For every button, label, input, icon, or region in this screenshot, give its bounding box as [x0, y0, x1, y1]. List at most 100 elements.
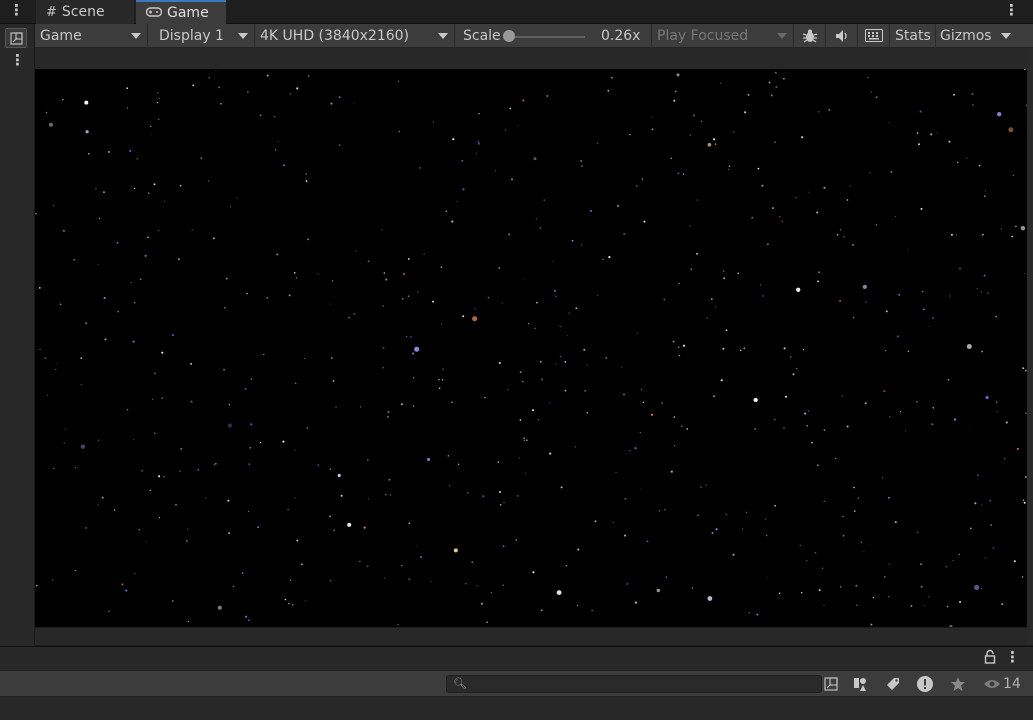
tab-scene[interactable]: # Scene [36, 0, 134, 24]
star [187, 620, 189, 623]
star [715, 528, 718, 531]
star [359, 406, 361, 408]
star [575, 307, 578, 310]
star [990, 524, 992, 526]
mute-audio-button[interactable] [826, 23, 858, 48]
star [915, 400, 918, 403]
star [894, 216, 896, 218]
game-view[interactable] [35, 69, 1027, 627]
bug-toggle-button[interactable] [794, 23, 826, 48]
star [596, 142, 599, 144]
visibility-toggle-button[interactable] [980, 673, 1004, 695]
star [244, 388, 247, 390]
shortcuts-button[interactable] [858, 23, 890, 48]
star [224, 307, 226, 309]
star [382, 366, 385, 369]
star [103, 296, 106, 300]
scale-slider-thumb[interactable] [503, 29, 515, 42]
star [987, 292, 989, 294]
star [88, 153, 90, 155]
star [147, 236, 149, 239]
search-options-button[interactable] [819, 673, 843, 695]
search-input[interactable]: 🔍︎ [446, 675, 822, 693]
star [686, 428, 688, 430]
star [432, 300, 434, 303]
play-mode-dropdown[interactable]: Play Focused [652, 23, 794, 48]
star [56, 362, 58, 364]
star [400, 403, 403, 406]
window-menu-kebab-icon[interactable]: ⋮ [1004, 2, 1019, 20]
star [806, 424, 809, 427]
display-mode-dropdown[interactable]: Game [35, 23, 148, 48]
star [306, 181, 308, 183]
gizmos-button[interactable]: Gizmos [936, 24, 995, 48]
star [407, 295, 410, 298]
star [220, 103, 222, 105]
star [174, 503, 178, 506]
star [551, 260, 554, 262]
star [461, 159, 464, 162]
star [737, 272, 739, 275]
star [700, 120, 702, 122]
stats-button[interactable]: Stats [890, 23, 936, 48]
star [976, 474, 979, 477]
star [612, 521, 615, 524]
filter-errors-button[interactable] [913, 673, 937, 695]
maximize-view-button[interactable] [5, 28, 27, 48]
bug-icon [802, 29, 817, 43]
star [720, 82, 722, 84]
star [337, 473, 341, 478]
star [409, 335, 413, 339]
panel-menu-kebab-icon[interactable]: ⋮ [9, 2, 24, 20]
star [870, 91, 873, 93]
star [104, 338, 107, 341]
star [134, 572, 136, 575]
star [872, 596, 875, 599]
star [586, 412, 589, 414]
star [293, 272, 296, 274]
star [997, 112, 1002, 117]
lock-icon[interactable] [983, 649, 997, 665]
star-icon [951, 677, 965, 691]
star [691, 587, 694, 589]
star [80, 384, 82, 386]
star [814, 551, 817, 554]
display-dropdown[interactable]: Display 1 [148, 23, 255, 48]
gutter-kebab-icon[interactable]: ⋮ [10, 52, 25, 68]
star [823, 186, 826, 189]
star [728, 165, 731, 168]
gizmos-dropdown-button[interactable] [995, 24, 1017, 48]
star [55, 368, 57, 371]
star [517, 124, 519, 126]
star [795, 197, 797, 199]
star [508, 233, 511, 236]
star [191, 229, 193, 231]
filter-type-button[interactable] [848, 673, 872, 695]
star [1011, 235, 1014, 238]
star [306, 427, 309, 429]
scale-slider-track[interactable] [505, 35, 585, 38]
star [883, 390, 886, 393]
star [1020, 225, 1026, 231]
right-edge-scrollbar[interactable] [1027, 48, 1033, 645]
star [223, 368, 226, 371]
star [918, 143, 920, 146]
filter-label-button[interactable] [881, 673, 905, 695]
tab-game[interactable]: Game [136, 0, 226, 24]
star [305, 173, 307, 175]
star [634, 601, 637, 604]
resolution-dropdown[interactable]: 4K UHD (3840x2160) [255, 23, 455, 48]
favorites-button[interactable] [946, 673, 970, 695]
star [931, 423, 934, 426]
star [1005, 421, 1008, 424]
star [799, 544, 801, 546]
star [228, 404, 230, 406]
star [610, 76, 613, 79]
star [713, 138, 716, 141]
star [932, 316, 934, 319]
console-menu-kebab-icon[interactable]: ⋮ [1005, 649, 1020, 665]
star [38, 287, 41, 289]
star [331, 280, 334, 282]
chevron-down-icon [238, 32, 248, 39]
star [867, 76, 869, 79]
